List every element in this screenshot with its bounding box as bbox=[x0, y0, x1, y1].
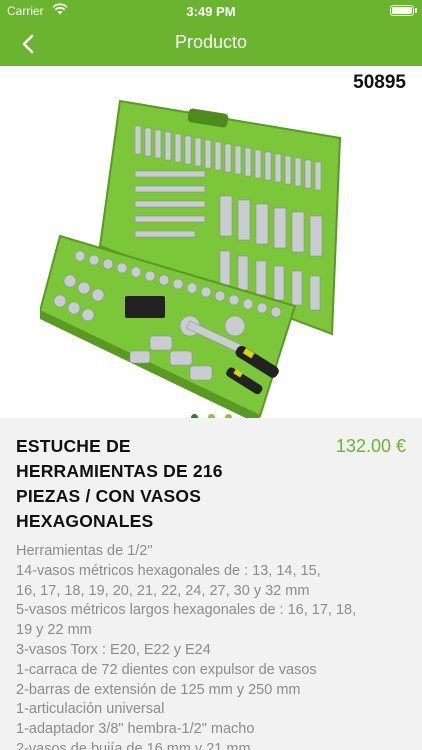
description-line: 19 y 22 mm bbox=[16, 622, 92, 639]
description-line: 1-adaptador 3/8" hembra-1/2" macho bbox=[16, 721, 255, 738]
top-bar: Carrier 3:49 PM Producto bbox=[0, 0, 422, 66]
toolbox-product-image bbox=[40, 99, 342, 424]
product-reference: 50895 bbox=[353, 72, 406, 93]
description-line: 14-vasos métricos hexagonales de : 13, 1… bbox=[16, 562, 321, 579]
description-line: Herramientas de 1/2" bbox=[16, 543, 153, 559]
description-line: 2-vasos de bujía de 16 mm y 21 mm bbox=[16, 740, 251, 750]
description-line: 5-vasos métricos largos hexagonales de :… bbox=[16, 602, 357, 619]
battery-icon bbox=[390, 5, 414, 16]
product-details: ESTUCHE DE HERRAMIENTAS DE 216 PIEZAS / … bbox=[0, 418, 422, 750]
navigation-bar: Producto bbox=[0, 22, 422, 66]
battery-tip bbox=[415, 8, 417, 13]
description-line: 1-carraca de 72 dientes con expulsor de … bbox=[16, 661, 317, 678]
description-line: 1-articulación universal bbox=[16, 701, 165, 718]
status-bar: Carrier 3:49 PM bbox=[0, 0, 422, 22]
product-price: 132.00 € bbox=[335, 436, 406, 456]
description-line: 3-vasos Torx : E20, E22 y E24 bbox=[16, 641, 211, 658]
product-description: Herramientas de 1/2" 14-vasos métricos he… bbox=[16, 542, 414, 750]
page-title: Producto bbox=[174, 32, 248, 52]
product-title: ESTUCHE DE HERRAMIENTAS DE 216 PIEZAS / … bbox=[16, 436, 223, 531]
image-gallery[interactable]: 50895 bbox=[0, 66, 422, 424]
description-line: 16, 17, 18, 19, 20, 21, 22, 24, 27, 30 y… bbox=[16, 582, 310, 599]
description-line: 2-barras de extensión de 125 mm y 250 mm bbox=[16, 681, 301, 698]
status-time: 3:49 PM bbox=[186, 4, 236, 19]
